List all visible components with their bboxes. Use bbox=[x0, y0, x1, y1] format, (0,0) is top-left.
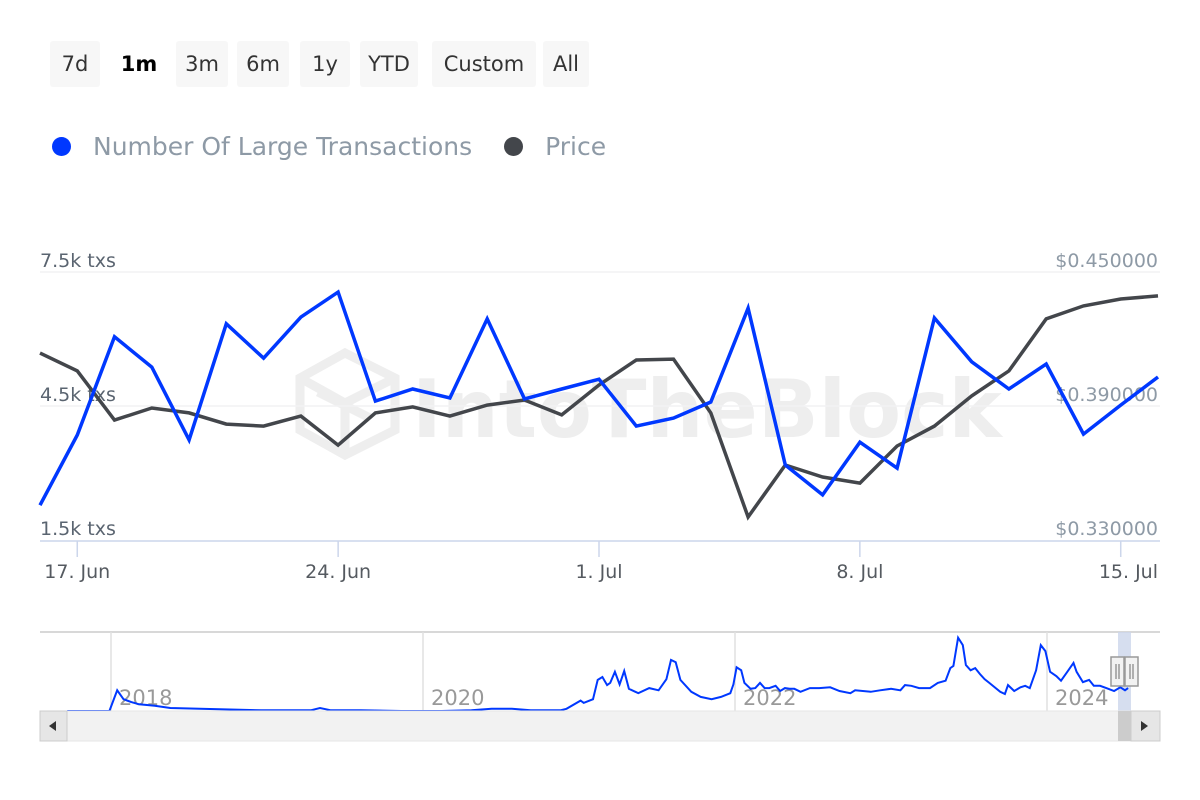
navigator-handle-right[interactable] bbox=[1124, 656, 1139, 687]
navigator-scrollbar[interactable] bbox=[39, 710, 1161, 742]
x-tick-label: 24. Jun bbox=[305, 561, 371, 583]
y-axis-right: $0.330000$0.390000$0.450000 bbox=[1055, 250, 1158, 540]
x-tick-label: 15. Jul bbox=[1099, 561, 1158, 583]
scrollbar-left-button[interactable] bbox=[39, 710, 68, 742]
watermark-logo-icon bbox=[295, 347, 400, 461]
x-axis: 17. Jun 24. Jun 1. Jul 8. Jul 15. Jul bbox=[40, 540, 1160, 583]
y-left-tick-label: 4.5k txs bbox=[40, 384, 116, 406]
x-tick-label: 17. Jun bbox=[44, 561, 110, 583]
navigator-handle-left[interactable] bbox=[1110, 656, 1125, 687]
y-right-tick-label: $0.330000 bbox=[1055, 518, 1158, 540]
navigator-year-label: 2024 bbox=[1055, 686, 1108, 710]
x-tick-label: 1. Jul bbox=[575, 561, 622, 583]
chart: IntoTheBlock 1.5k txs 4.5k txs 7.5k txs $0… bbox=[38, 250, 1161, 742]
y-left-tick-label: 7.5k txs bbox=[40, 250, 116, 272]
watermark: IntoTheBlock bbox=[295, 347, 1003, 461]
x-tick-label: 8. Jul bbox=[836, 561, 883, 583]
scrollbar-track[interactable] bbox=[39, 710, 1161, 742]
scrollbar-right-button[interactable] bbox=[1130, 710, 1161, 742]
y-axis-left: 1.5k txs 4.5k txs 7.5k txs bbox=[40, 250, 116, 540]
navigator-year-label: 2020 bbox=[431, 686, 484, 710]
scrollbar-thumb[interactable] bbox=[1118, 711, 1131, 741]
y-left-tick-label: 1.5k txs bbox=[40, 518, 116, 540]
y-right-tick-label: $0.450000 bbox=[1055, 250, 1158, 272]
navigator[interactable]: 2018 2020 2022 2024 bbox=[39, 631, 1161, 742]
navigator-series-line bbox=[67, 634, 1129, 712]
